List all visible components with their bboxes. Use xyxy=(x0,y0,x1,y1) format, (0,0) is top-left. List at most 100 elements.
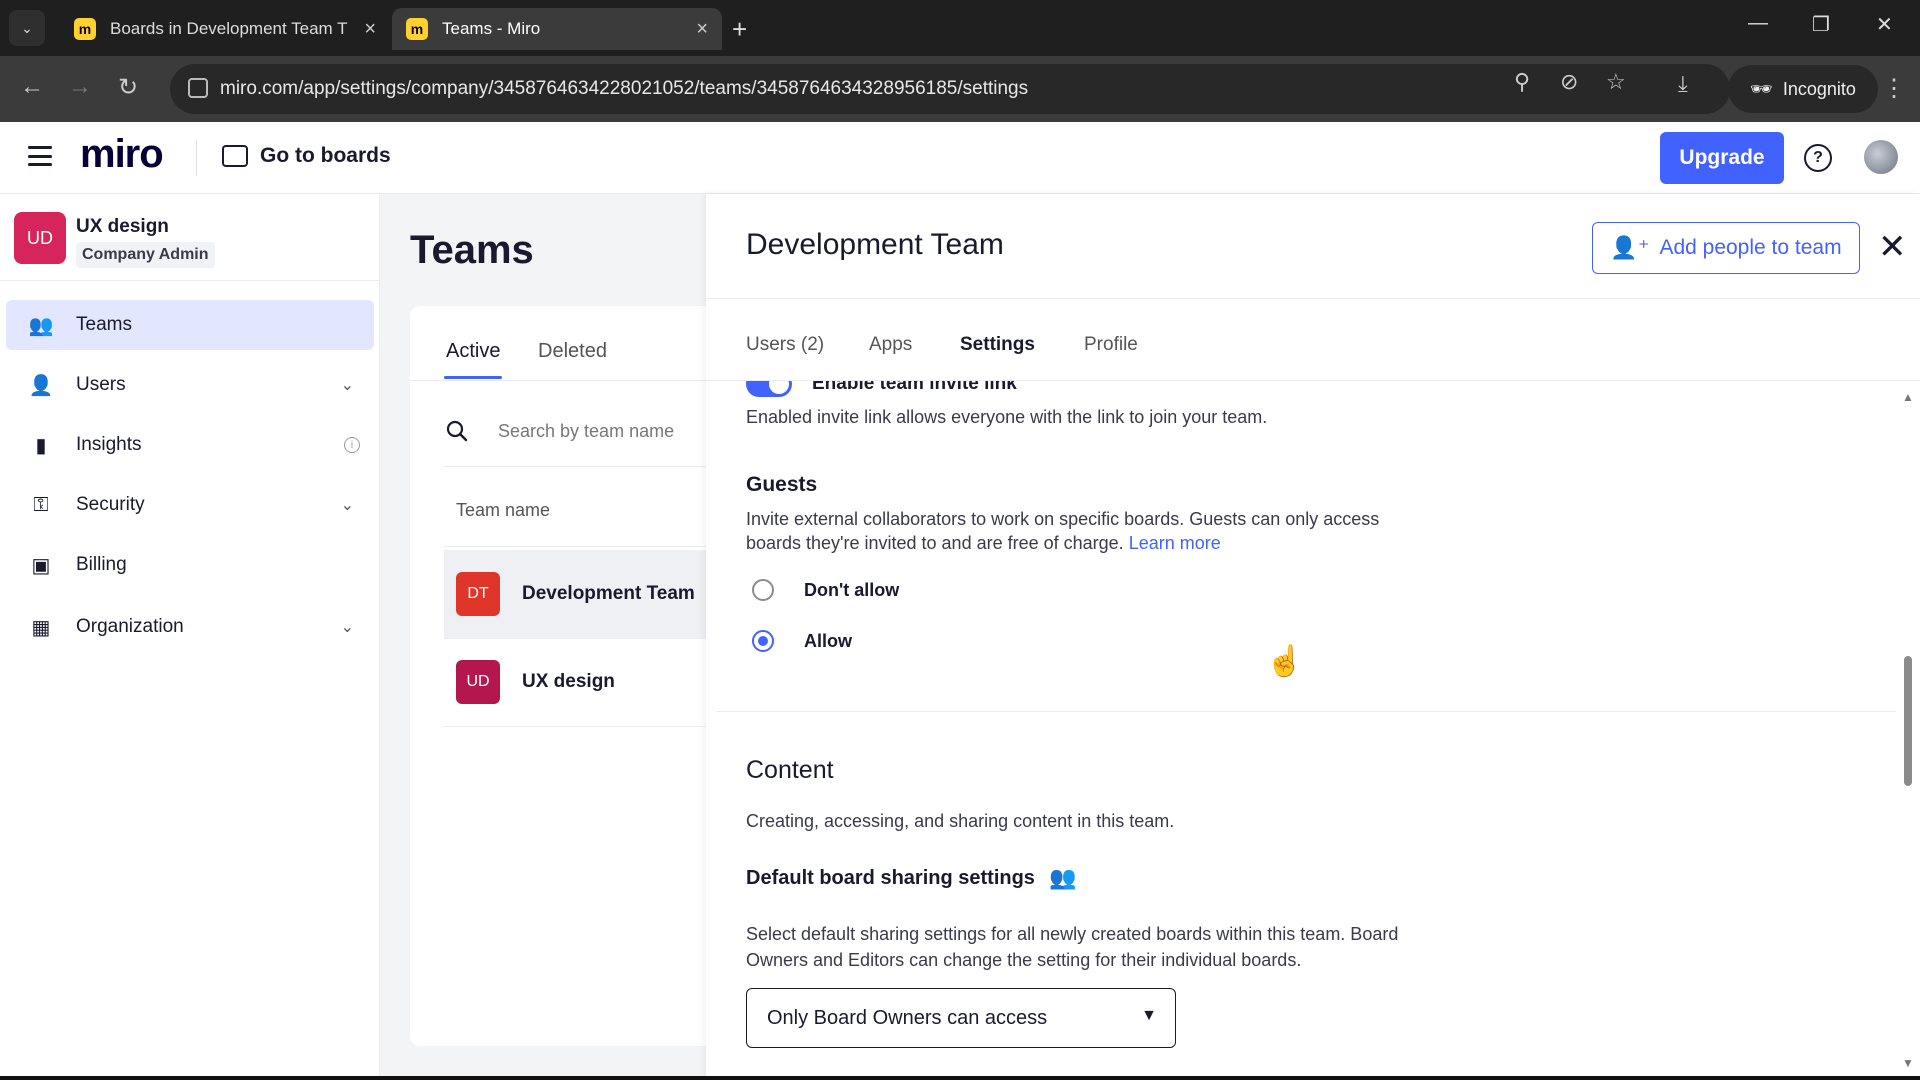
learn-more-link[interactable]: Learn more xyxy=(1129,533,1221,553)
team-avatar: DT xyxy=(456,572,500,616)
tabs-divider xyxy=(410,380,710,381)
help-icon[interactable]: ? xyxy=(1804,144,1832,172)
add-person-icon: 👤⁺ xyxy=(1610,235,1650,260)
guests-title: Guests xyxy=(746,473,818,496)
radio-dont-allow[interactable]: Don't allow xyxy=(752,579,899,601)
upgrade-button[interactable]: Upgrade xyxy=(1660,132,1784,184)
sharing-select[interactable]: Only Board Owners can access ▼ xyxy=(746,988,1176,1048)
header-divider xyxy=(196,140,197,176)
page-title: Teams xyxy=(410,228,534,272)
miro-icon: m xyxy=(74,18,96,40)
scroll-down-arrow[interactable]: ▼ xyxy=(1902,1056,1914,1070)
radio-button[interactable] xyxy=(752,579,774,601)
sidebar-divider xyxy=(0,280,379,281)
go-to-boards-label: Go to boards xyxy=(260,144,391,167)
browser-menu-icon[interactable]: ⋮ xyxy=(1882,74,1906,103)
sharing-settings-label: Default board sharing settings xyxy=(746,866,1035,889)
tab-search-button[interactable]: ⌄ xyxy=(9,10,45,46)
restore-icon[interactable]: ❐ xyxy=(1812,12,1830,37)
sidebar-item-security[interactable]: ⚿ Security ⌄ xyxy=(6,480,374,530)
tab-active[interactable]: Active xyxy=(446,340,500,363)
sharing-description: Select default sharing settings for all … xyxy=(746,924,1399,970)
chevron-down-icon: ⌄ xyxy=(340,377,354,394)
sidebar: UD UX design Company Admin 👥 Teams 👤 Use… xyxy=(0,194,380,1080)
add-people-button[interactable]: 👤⁺ Add people to team xyxy=(1592,222,1860,274)
browser-tab[interactable]: m Boards in Development Team T × xyxy=(60,8,390,50)
scroll-up-arrow[interactable]: ▲ xyxy=(1902,390,1914,404)
table-row[interactable]: UD UX design xyxy=(444,638,710,726)
browser-tab-active[interactable]: m Teams - Miro × xyxy=(392,8,722,50)
column-header-team-name[interactable]: Team name xyxy=(456,500,550,521)
hand-cursor-icon: ☝ xyxy=(1266,645,1304,678)
info-icon[interactable]: i xyxy=(344,437,360,453)
address-bar[interactable]: miro.com/app/settings/company/3458764634… xyxy=(170,64,1730,114)
toggle-knob xyxy=(769,381,789,394)
settings-scroll-area[interactable]: Enable team invite link Enabled invite l… xyxy=(706,381,1920,1080)
team-detail-panel: Development Team 👤⁺ Add people to team ✕… xyxy=(706,194,1920,1080)
search-icon xyxy=(446,420,468,442)
radio-button-checked[interactable] xyxy=(752,630,774,652)
sidebar-item-label: Teams xyxy=(76,314,132,335)
tab-title: Boards in Development Team T xyxy=(110,19,348,38)
sidebar-item-label: Billing xyxy=(76,554,127,575)
organization-icon: ▦ xyxy=(31,616,51,639)
back-icon[interactable]: ← xyxy=(20,73,44,101)
tab-users[interactable]: Users (2) xyxy=(746,334,824,356)
org-switcher[interactable]: UD UX design Company Admin xyxy=(14,212,374,280)
download-icon[interactable]: ⤓ xyxy=(1678,71,1688,97)
row-divider xyxy=(444,546,710,547)
radio-allow[interactable]: Allow xyxy=(752,630,852,652)
miro-logo[interactable]: miro xyxy=(80,132,164,177)
search-divider xyxy=(444,466,710,467)
close-icon[interactable]: ✕ xyxy=(1878,230,1907,264)
tab-profile[interactable]: Profile xyxy=(1084,334,1138,356)
users-icon: 👤 xyxy=(28,374,54,397)
incognito-badge[interactable]: 🕶 Incognito xyxy=(1728,65,1878,113)
sidebar-item-billing[interactable]: ▣ Billing xyxy=(6,540,374,590)
billing-icon: ▣ xyxy=(31,554,51,577)
chevron-down-icon: ⌄ xyxy=(340,619,354,636)
sidebar-item-teams[interactable]: 👥 Teams xyxy=(6,300,374,350)
new-tab-icon[interactable]: + xyxy=(732,14,747,45)
hamburger-menu-icon[interactable] xyxy=(28,146,52,166)
tab-deleted[interactable]: Deleted xyxy=(538,340,607,363)
scrollbar-thumb[interactable] xyxy=(1904,656,1912,786)
minimize-icon[interactable]: — xyxy=(1748,12,1768,35)
board-icon xyxy=(222,145,248,167)
security-icon: ⚿ xyxy=(33,493,49,516)
app-header: miro Go to boards Upgrade ? xyxy=(0,122,1920,194)
section-divider xyxy=(716,711,1896,712)
eye-off-icon[interactable]: ⊘ xyxy=(1560,69,1578,95)
go-to-boards-button[interactable]: Go to boards xyxy=(222,144,391,168)
close-tab-icon[interactable]: × xyxy=(364,18,376,41)
forward-icon[interactable]: → xyxy=(68,73,92,101)
chevron-down-icon: ⌄ xyxy=(340,497,354,514)
radio-label: Allow xyxy=(804,630,852,651)
org-avatar: UD xyxy=(14,212,66,264)
sidebar-item-users[interactable]: 👤 Users ⌄ xyxy=(6,360,374,410)
sidebar-item-organization[interactable]: ▦ Organization ⌄ xyxy=(6,602,374,652)
content-description: Creating, accessing, and sharing content… xyxy=(746,811,1175,831)
invite-link-label: Enable team invite link xyxy=(812,381,1017,394)
org-name: UX design xyxy=(76,216,169,237)
avatar[interactable] xyxy=(1864,140,1898,174)
bottom-edge xyxy=(0,1076,1920,1080)
reload-icon[interactable]: ↻ xyxy=(118,73,138,102)
invite-link-toggle[interactable] xyxy=(746,381,792,397)
invite-link-description: Enabled invite link allows everyone with… xyxy=(746,407,1268,427)
sidebar-item-label: Security xyxy=(76,494,145,515)
star-icon[interactable]: ☆ xyxy=(1606,69,1626,95)
close-tab-icon[interactable]: × xyxy=(696,18,708,41)
close-window-icon[interactable]: ✕ xyxy=(1876,12,1893,37)
table-row[interactable]: DT Development Team xyxy=(444,550,710,638)
site-info-icon[interactable] xyxy=(188,78,208,98)
url-text: miro.com/app/settings/company/3458764634… xyxy=(220,78,1029,99)
search-input[interactable]: Search by team name xyxy=(498,421,674,442)
sidebar-item-insights[interactable]: ▮ Insights i xyxy=(6,420,374,470)
panel-title: Development Team xyxy=(746,228,1004,261)
tab-settings[interactable]: Settings xyxy=(960,334,1035,356)
add-people-label: Add people to team xyxy=(1659,236,1842,259)
miro-icon: m xyxy=(406,18,428,40)
zoom-icon[interactable]: ⚲ xyxy=(1514,69,1530,95)
tab-apps[interactable]: Apps xyxy=(869,334,912,356)
